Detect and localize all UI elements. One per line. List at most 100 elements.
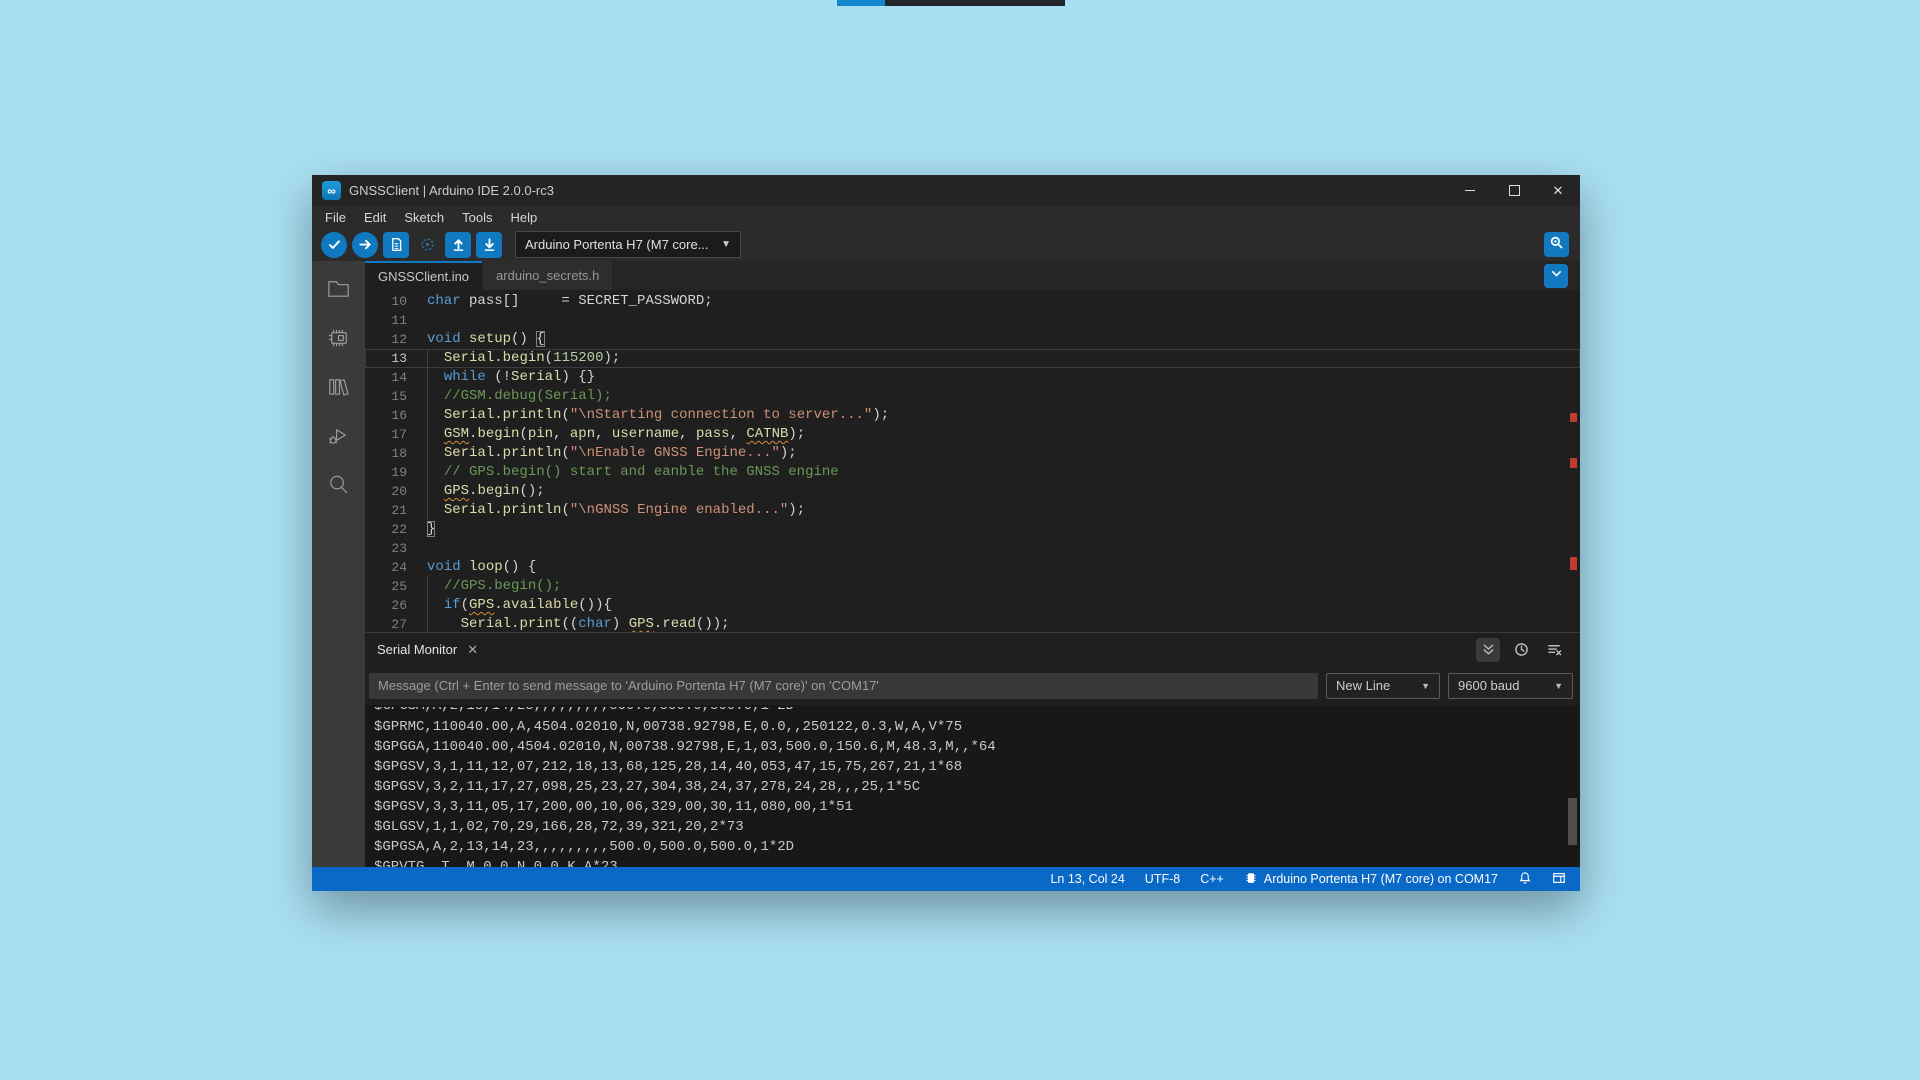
line-ending-value: New Line	[1336, 678, 1390, 693]
code-line-15[interactable]: 15 //GSM.debug(Serial);	[365, 387, 1580, 406]
notifications-button[interactable]	[1518, 871, 1532, 888]
code-line-13[interactable]: 13 Serial.begin(115200);	[365, 349, 1580, 368]
code-line-11[interactable]: 11	[365, 311, 1580, 330]
maximize-button[interactable]	[1492, 175, 1536, 206]
line-number: 16	[365, 406, 407, 425]
overview-ruler-mark	[1570, 458, 1577, 468]
sidebar-item-search[interactable]	[323, 469, 355, 499]
sidebar-item-library-manager[interactable]	[323, 371, 355, 401]
line-ending-dropdown[interactable]: New Line ▼	[1326, 673, 1440, 699]
code-text: //GPS.begin();	[427, 577, 561, 596]
sidebar-item-debug[interactable]	[323, 420, 355, 450]
code-line-22[interactable]: 22}	[365, 520, 1580, 539]
title-bar[interactable]: ∞ GNSSClient | Arduino IDE 2.0.0-rc3 ✕	[312, 175, 1580, 206]
indent-guide	[427, 577, 428, 632]
open-button[interactable]	[445, 232, 471, 258]
code-line-17[interactable]: 17 GSM.begin(pin, apn, username, pass, C…	[365, 425, 1580, 444]
code-text: while (!Serial) {}	[427, 368, 595, 387]
background-window-strip-blue	[837, 0, 885, 6]
timestamp-button[interactable]	[1509, 638, 1533, 662]
serial-monitor-output[interactable]: $GPGSA,A,2,13,14,23,,,,,,,,,500.0,500.0,…	[365, 705, 1580, 867]
verify-button[interactable]	[321, 232, 347, 258]
tab-GNSSClient.ino[interactable]: GNSSClient.ino	[365, 261, 482, 290]
code-text: GPS.begin();	[427, 482, 545, 501]
search-icon	[325, 471, 352, 498]
message-input[interactable]	[369, 673, 1318, 699]
code-text: //GSM.debug(Serial);	[427, 387, 612, 406]
upload-button[interactable]	[352, 232, 378, 258]
chevron-down-icon: ▼	[1421, 681, 1430, 691]
serial-monitor-panel: Serial Monitor ✕ New Line ▼ 9600 baud ▼	[365, 632, 1580, 867]
editor-list-dropdown-button[interactable]	[1544, 264, 1568, 288]
tab-arduino_secrets.h[interactable]: arduino_secrets.h	[483, 261, 612, 290]
code-line-26[interactable]: 26 if(GPS.available()){	[365, 596, 1580, 615]
code-line-16[interactable]: 16 Serial.println("\nStarting connection…	[365, 406, 1580, 425]
close-button[interactable]: ✕	[1536, 175, 1580, 206]
code-line-12[interactable]: 12void setup() {	[365, 330, 1580, 349]
board-port-indicator[interactable]: Arduino Portenta H7 (M7 core) on COM17	[1244, 871, 1498, 888]
code-line-10[interactable]: 10 char pass[] = SECRET_PASSWORD;	[365, 292, 1580, 311]
code-text: Serial.begin(115200);	[427, 349, 620, 368]
minimize-button[interactable]	[1448, 175, 1492, 206]
output-scrollbar-thumb[interactable]	[1568, 798, 1577, 845]
maximize-icon	[1509, 185, 1520, 196]
menu-tools[interactable]: Tools	[453, 206, 501, 228]
debug-button[interactable]	[414, 232, 440, 258]
menu-help[interactable]: Help	[501, 206, 546, 228]
bell-icon	[1518, 871, 1532, 888]
code-line-27[interactable]: 27 Serial.print((char) GPS.read());	[365, 615, 1580, 632]
encoding-indicator[interactable]: UTF-8	[1145, 872, 1180, 886]
chevron-down-icon: ▼	[721, 239, 731, 250]
line-number: 14	[365, 368, 407, 387]
serial-line: $GLGSV,1,1,02,70,29,166,28,72,39,321,20,…	[374, 817, 1580, 837]
code-line-14[interactable]: 14 while (!Serial) {}	[365, 368, 1580, 387]
code-editor[interactable]: 10 char pass[] = SECRET_PASSWORD;1112void…	[365, 290, 1580, 632]
serial-monitor-header: Serial Monitor ✕	[365, 633, 1580, 666]
code-line-20[interactable]: 20 GPS.begin();	[365, 482, 1580, 501]
cursor-position[interactable]: Ln 13, Col 24	[1050, 872, 1124, 886]
code-text: Serial.print((char) GPS.read());	[427, 615, 730, 632]
folder-icon	[325, 275, 352, 302]
serial-monitor-button[interactable]	[1544, 232, 1569, 257]
menu-edit[interactable]: Edit	[355, 206, 395, 228]
line-number: 22	[365, 520, 407, 539]
close-serial-monitor-button[interactable]: ✕	[467, 642, 478, 658]
line-number: 17	[365, 425, 407, 444]
code-line-23[interactable]: 23	[365, 539, 1580, 558]
line-number: 18	[365, 444, 407, 463]
baud-rate-dropdown[interactable]: 9600 baud ▼	[1448, 673, 1573, 699]
line-number: 27	[365, 615, 407, 632]
arduino-logo-icon: ∞	[322, 181, 341, 200]
menu-file[interactable]: File	[316, 206, 355, 228]
code-line-24[interactable]: 24void loop() {	[365, 558, 1580, 577]
baud-rate-value: 9600 baud	[1458, 678, 1519, 693]
menu-sketch[interactable]: Sketch	[395, 206, 453, 228]
clear-output-button[interactable]	[1542, 638, 1566, 662]
scroll-to-bottom-button[interactable]	[1476, 638, 1500, 662]
toggle-panel-button[interactable]	[1552, 871, 1566, 888]
serial-line: $GPGSV,3,2,11,17,27,098,25,23,27,304,38,…	[374, 777, 1580, 797]
code-line-18[interactable]: 18 Serial.println("\nEnable GNSS Engine.…	[365, 444, 1580, 463]
serial-monitor-tab[interactable]: Serial Monitor	[377, 642, 457, 657]
arrowUpTray-icon	[451, 237, 466, 252]
sidebar-item-sketchbook[interactable]	[323, 273, 355, 303]
chevron-down-icon	[1550, 267, 1563, 285]
board-port-label: Arduino Portenta H7 (M7 core) on COM17	[1264, 872, 1498, 886]
indent-guide	[427, 349, 428, 520]
code-line-19[interactable]: 19 // GPS.begin() start and eanble the G…	[365, 463, 1580, 482]
code-line-21[interactable]: 21 Serial.println("\nGNSS Engine enabled…	[365, 501, 1580, 520]
sidebar-item-boards-manager[interactable]	[323, 322, 355, 352]
code-text: Serial.println("\nGNSS Engine enabled...…	[427, 501, 805, 520]
board-selector[interactable]: Arduino Portenta H7 (M7 core... ▼	[515, 231, 741, 258]
save-button[interactable]	[476, 232, 502, 258]
code-line-25[interactable]: 25 //GPS.begin();	[365, 577, 1580, 596]
debug-icon	[420, 237, 435, 252]
arduino-ide-window: ∞ GNSSClient | Arduino IDE 2.0.0-rc3 ✕ F…	[312, 175, 1580, 891]
line-number: 10	[365, 292, 407, 311]
line-number: 20	[365, 482, 407, 501]
language-indicator[interactable]: C++	[1200, 872, 1224, 886]
code-text: Serial.println("\nStarting connection to…	[427, 406, 889, 425]
code-text: char pass[] = SECRET_PASSWORD;	[427, 292, 713, 311]
new-sketch-button[interactable]	[383, 232, 409, 258]
file-icon	[389, 237, 404, 252]
